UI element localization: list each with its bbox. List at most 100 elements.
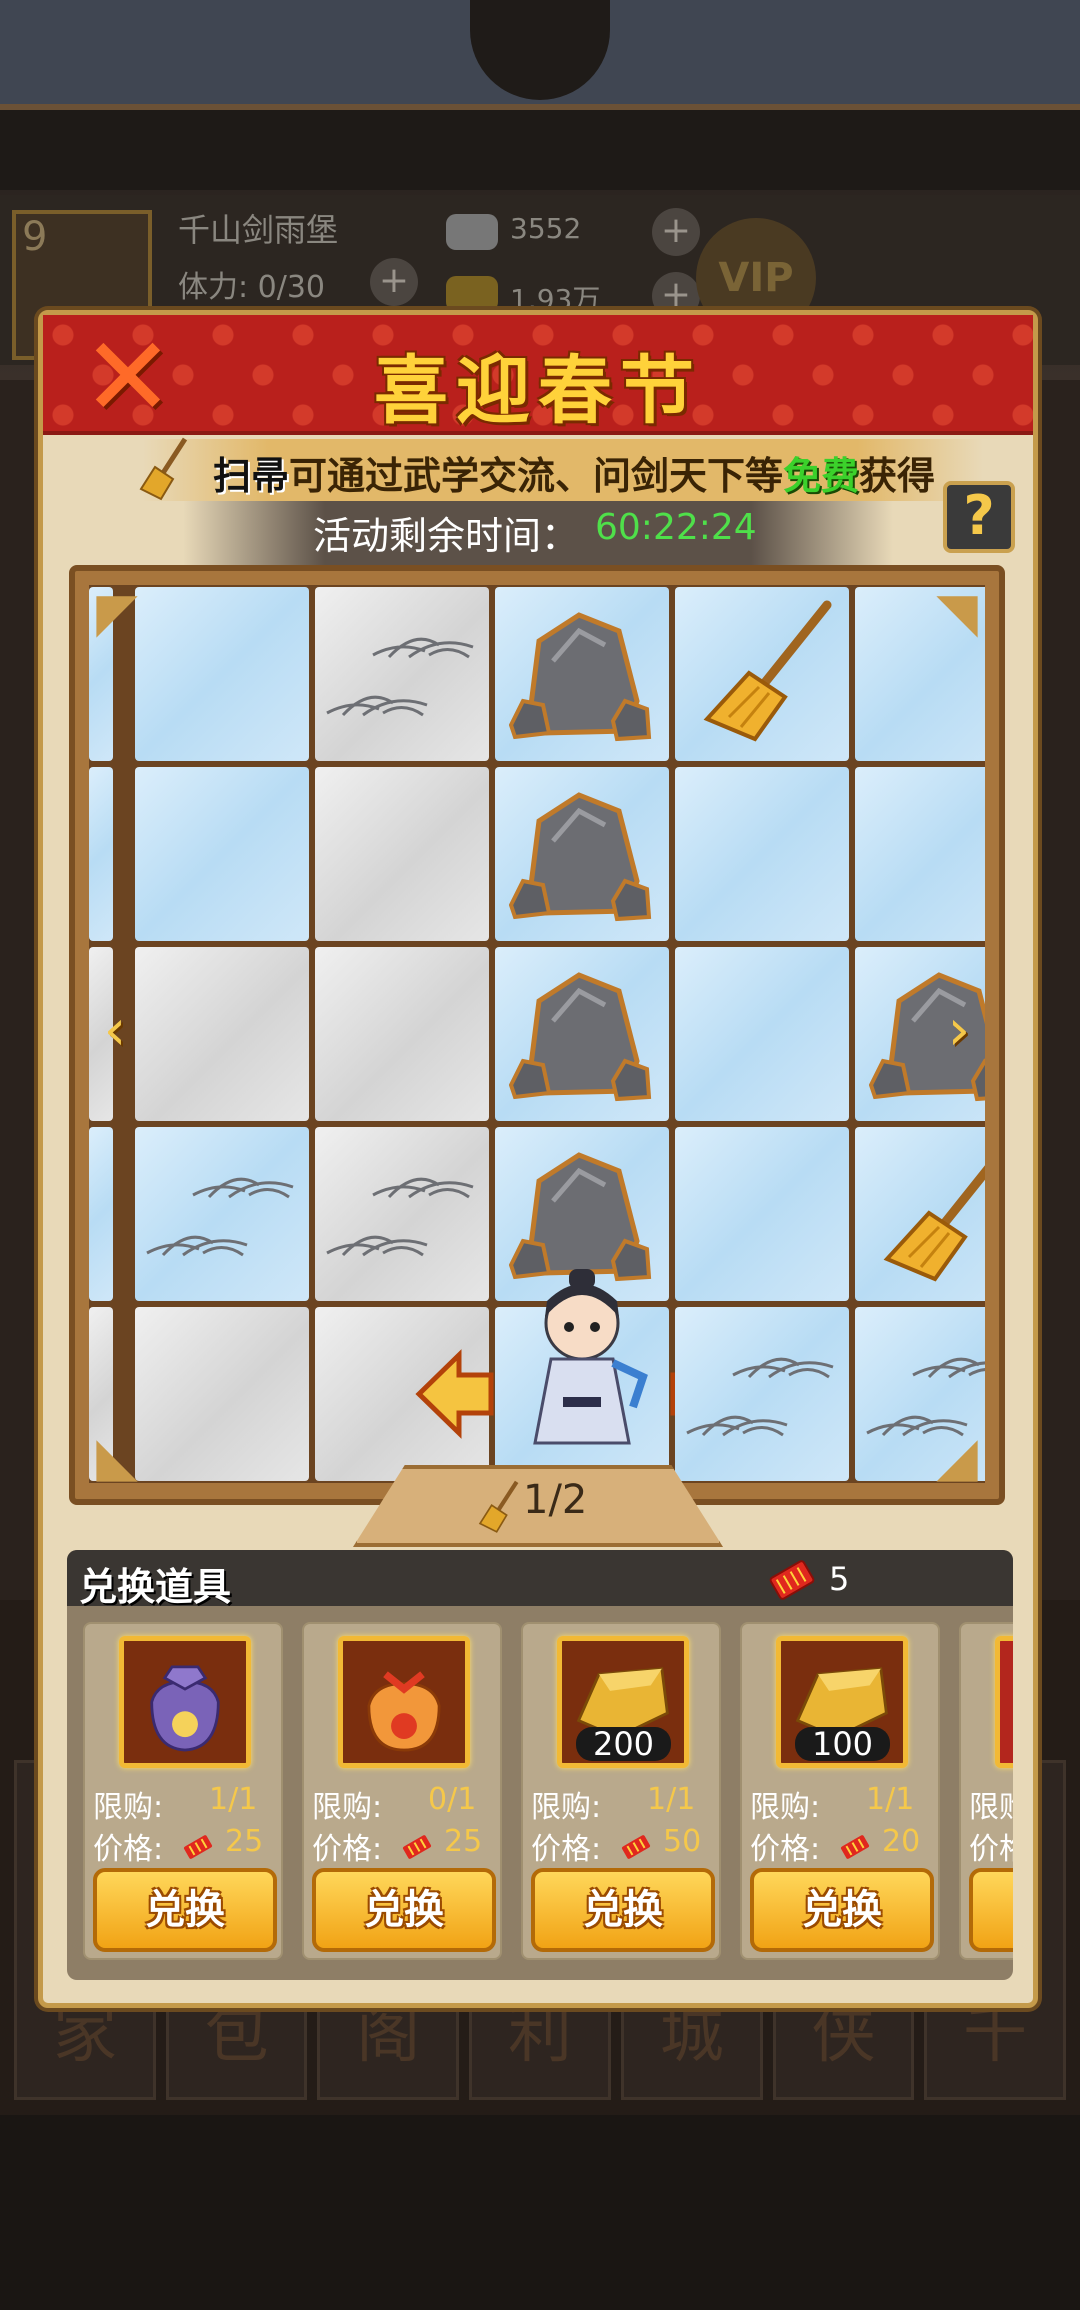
orange-bag-icon bbox=[343, 1641, 465, 1763]
red-envelope-token-icon bbox=[769, 1560, 815, 1600]
hint-text: 扫帚可通过武学交流、问剑天下等免费获得 bbox=[213, 445, 935, 500]
price-row: 价格: 50 bbox=[531, 1824, 701, 1868]
hero-character[interactable] bbox=[507, 1267, 657, 1447]
shop-item-card[interactable]: 限购: 价格: 兑换 bbox=[959, 1622, 1013, 1960]
add-silver-button[interactable]: + bbox=[652, 208, 700, 256]
withered-grass-icon bbox=[732, 1357, 834, 1379]
withered-grass-icon bbox=[912, 1357, 985, 1379]
exchange-button[interactable]: 兑换 bbox=[312, 1868, 496, 1952]
purchase-limit-row: 限购: 0/1 bbox=[312, 1782, 476, 1826]
board-prev-arrow[interactable]: ‹ bbox=[95, 996, 135, 1066]
add-stamina-button[interactable]: + bbox=[370, 258, 418, 306]
silver-amount: 3552 bbox=[510, 212, 582, 245]
board-tile[interactable] bbox=[495, 947, 669, 1121]
board-tile[interactable] bbox=[675, 1127, 849, 1301]
purchase-limit-row: 限购: 1/1 bbox=[750, 1782, 914, 1826]
shop-item-card[interactable]: 200 限购: 1/1 价格: 50 兑换 bbox=[521, 1622, 721, 1960]
board-tile[interactable] bbox=[855, 767, 985, 941]
silver-icon bbox=[446, 214, 498, 250]
board-tile[interactable] bbox=[675, 1307, 849, 1481]
item-icon-frame[interactable] bbox=[338, 1636, 470, 1768]
shop-item-list[interactable]: 限购: 1/1 价格: 25 兑换 限购: 0/1 价格: 25 兑换 200 限购: 1/1 价格:… bbox=[83, 1622, 1013, 1966]
board-tile[interactable] bbox=[495, 587, 669, 761]
shop-item-card[interactable]: 限购: 0/1 价格: 25 兑换 bbox=[302, 1622, 502, 1960]
exchange-button[interactable]: 兑换 bbox=[531, 1868, 715, 1952]
item-icon-frame[interactable]: 200 bbox=[557, 1636, 689, 1768]
item-icon-frame[interactable]: 100 bbox=[776, 1636, 908, 1768]
price-value: 25 bbox=[444, 1824, 483, 1859]
exchange-shop: 兑换道具 5 限购: 1/1 价格: 25 兑换 限购: 0/1 价格: 25 兑换 200 限购… bbox=[67, 1550, 1013, 1980]
price-label: 价格: bbox=[312, 1832, 383, 1867]
board-tile[interactable] bbox=[675, 587, 849, 761]
board-tile[interactable] bbox=[315, 947, 489, 1121]
purple-bag-icon bbox=[124, 1641, 246, 1763]
board-tile[interactable] bbox=[675, 767, 849, 941]
help-button[interactable]: ? bbox=[943, 481, 1015, 553]
shop-title: 兑换道具 bbox=[79, 1565, 232, 1609]
limit-value: 1/1 bbox=[647, 1782, 696, 1817]
limit-label: 限购: bbox=[93, 1790, 164, 1825]
red-envelope-token-icon bbox=[840, 1834, 870, 1859]
board-tile[interactable] bbox=[135, 947, 309, 1121]
board-tile[interactable] bbox=[675, 947, 849, 1121]
stamina-label: 体力: 0/30 bbox=[178, 270, 326, 305]
board-tile[interactable] bbox=[135, 767, 309, 941]
red-envelope-token-icon bbox=[621, 1834, 651, 1859]
gold-icon bbox=[446, 276, 498, 312]
spring-festival-event-modal: 喜迎春节 ✕ 扫帚可通过武学交流、问剑天下等免费获得 活动剩余时间： 60:22… bbox=[38, 310, 1038, 2008]
item-quantity: 100 bbox=[795, 1727, 890, 1761]
red-envelope-token-icon bbox=[402, 1834, 432, 1859]
board-tile[interactable] bbox=[855, 1127, 985, 1301]
withered-grass-icon bbox=[686, 1415, 788, 1437]
game-screen: 9 千山剑雨堡 体力: 0/30 3552 1.93万 + + + VIP 家 … bbox=[0, 0, 1080, 2310]
exchange-button[interactable]: 兑换 bbox=[969, 1868, 1013, 1952]
board-tile-edge bbox=[89, 767, 113, 941]
item-quantity: 200 bbox=[576, 1727, 671, 1761]
withered-grass-icon bbox=[372, 637, 474, 659]
close-button[interactable]: ✕ bbox=[73, 322, 183, 432]
corner-ornament-icon: ◣ bbox=[96, 1425, 138, 1488]
board-tile-edge bbox=[89, 1127, 113, 1301]
hint-text-part2: 获得 bbox=[859, 454, 936, 498]
price-value: 50 bbox=[663, 1824, 702, 1859]
item-icon-frame[interactable] bbox=[119, 1636, 251, 1768]
withered-grass-icon bbox=[326, 695, 428, 717]
red-scroll-icon bbox=[1000, 1641, 1013, 1763]
hint-text-part1: 可通过武学交流、问剑天下等 bbox=[289, 454, 784, 498]
board-tile[interactable] bbox=[315, 1127, 489, 1301]
board-next-arrow[interactable]: › bbox=[939, 996, 979, 1066]
event-title: 喜迎春节 bbox=[374, 348, 702, 434]
withered-grass-icon bbox=[146, 1235, 248, 1257]
broom-icon bbox=[883, 1165, 985, 1282]
shop-item-card[interactable]: 限购: 1/1 价格: 25 兑换 bbox=[83, 1622, 283, 1960]
withered-grass-icon bbox=[192, 1177, 294, 1199]
price-value: 25 bbox=[225, 1824, 264, 1859]
board-grid bbox=[89, 585, 985, 1483]
price-value: 20 bbox=[882, 1824, 921, 1859]
rock-icon bbox=[509, 792, 652, 922]
board-tile[interactable] bbox=[495, 767, 669, 941]
corner-ornament-icon: ◢ bbox=[936, 1425, 978, 1488]
board-tile[interactable] bbox=[315, 767, 489, 941]
purchase-limit-row: 限购: 1/1 bbox=[531, 1782, 695, 1826]
limit-label: 限购: bbox=[750, 1790, 821, 1825]
board-tile[interactable] bbox=[135, 1127, 309, 1301]
price-label: 价格: bbox=[531, 1832, 602, 1867]
exchange-button[interactable]: 兑换 bbox=[750, 1868, 934, 1952]
hero-character-icon bbox=[533, 1269, 648, 1445]
page-indicator: 1/2 bbox=[523, 1477, 588, 1523]
exchange-button[interactable]: 兑换 bbox=[93, 1868, 277, 1952]
board-tile[interactable] bbox=[135, 1307, 309, 1481]
rock-icon bbox=[509, 1152, 652, 1282]
board-tile[interactable] bbox=[315, 587, 489, 761]
timer-label: 活动剩余时间： bbox=[313, 514, 580, 558]
board-tile[interactable] bbox=[135, 587, 309, 761]
shop-item-card[interactable]: 100 限购: 1/1 价格: 20 兑换 bbox=[740, 1622, 940, 1960]
corner-ornament-icon: ◥ bbox=[936, 581, 978, 644]
withered-grass-icon bbox=[372, 1177, 474, 1199]
limit-value: 0/1 bbox=[428, 1782, 477, 1817]
price-row: 价格: 20 bbox=[750, 1824, 920, 1868]
move-left-arrow-icon[interactable] bbox=[415, 1349, 495, 1439]
item-icon-frame[interactable] bbox=[995, 1636, 1013, 1768]
withered-grass-icon bbox=[326, 1235, 428, 1257]
